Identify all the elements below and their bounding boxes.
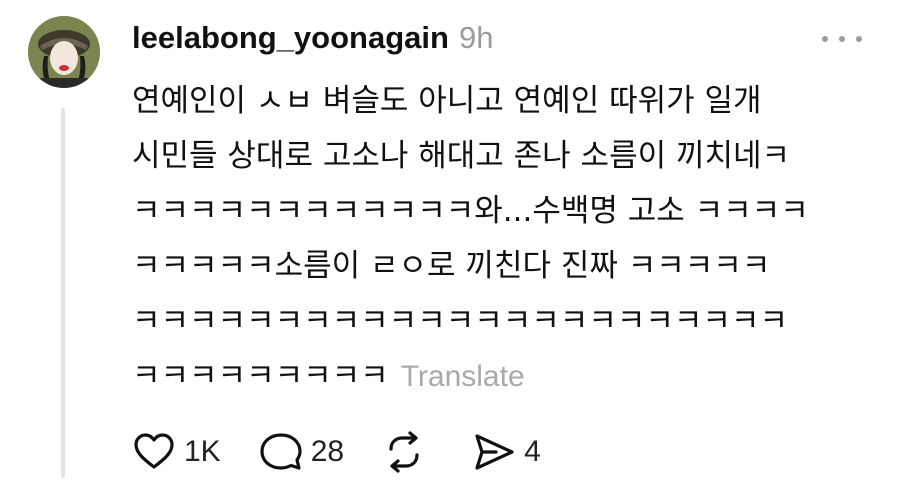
share-button[interactable]: 4 [472, 430, 541, 474]
share-count: 4 [524, 435, 541, 468]
post-body: 연예인이 ㅅㅂ 벼슬도 아니고 연예인 따위가 일개 시민들 상대로 고소나 해… [132, 74, 862, 404]
heart-icon [134, 433, 174, 469]
reply-button[interactable]: 28 [259, 430, 344, 474]
dot [839, 36, 845, 42]
comment-icon [260, 433, 302, 470]
post-text-line: ㅋㅋㅋㅋㅋㅋㅋㅋㅋ [132, 358, 389, 394]
post-text-line: ㅋㅋㅋㅋㅋ소름이 ㄹㅇ로 끼친다 진짜 ㅋㅋㅋㅋㅋ [132, 248, 771, 284]
translate-link[interactable]: Translate [401, 360, 525, 393]
post-text-line: 연예인이 ㅅㅂ 벼슬도 아니고 연예인 따위가 일개 [132, 83, 762, 119]
like-count: 1K [184, 435, 221, 468]
like-button[interactable]: 1K [132, 430, 221, 474]
post-text-last-line: ㅋㅋㅋㅋㅋㅋㅋㅋㅋ Translate [132, 349, 862, 404]
avatar[interactable] [28, 16, 100, 88]
timestamp: 9h [458, 20, 494, 55]
repost-button[interactable] [382, 430, 434, 474]
dot [822, 36, 828, 42]
more-options-icon[interactable] [822, 32, 862, 46]
post-header: leelabong_yoonagain 9h [132, 20, 493, 56]
reply-count: 28 [310, 435, 345, 468]
repost-icon [389, 431, 419, 473]
post-text-line: 시민들 상대로 고소나 해대고 존나 소름이 끼치네ㅋ [132, 138, 791, 174]
post-text-line: ㅋㅋㅋㅋㅋㅋㅋㅋㅋㅋㅋㅋㅋㅋㅋㅋㅋㅋㅋㅋㅋㅋㅋ [132, 303, 788, 339]
thread-post: leelabong_yoonagain 9h 연예인이 ㅅㅂ 벼슬도 아니고 연… [0, 0, 900, 482]
thread-line [61, 108, 65, 478]
action-bar: 1K 28 4 [132, 430, 579, 474]
avatar-image [28, 16, 100, 88]
username[interactable]: leelabong_yoonagain [132, 20, 449, 56]
post-text-line: ㅋㅋㅋㅋㅋㅋㅋㅋㅋㅋㅋㅋ와...수백명 고소 ㅋㅋㅋㅋ [132, 193, 809, 229]
send-icon [475, 434, 514, 470]
dot [856, 36, 862, 42]
